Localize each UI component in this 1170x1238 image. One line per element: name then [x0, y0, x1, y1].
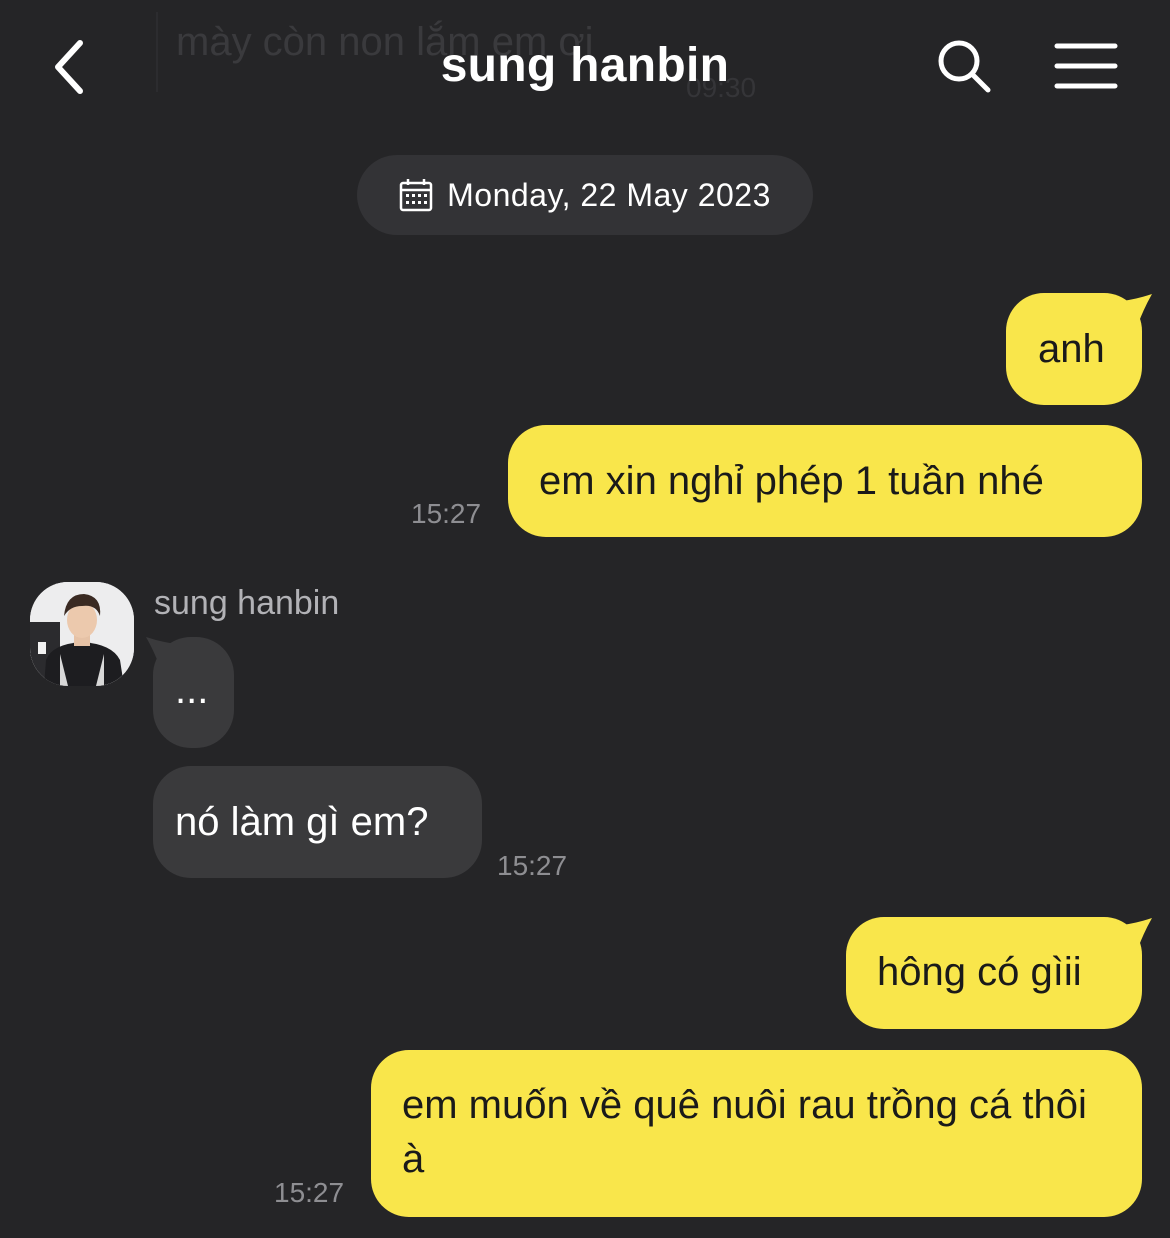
sender-name: sung hanbin [154, 584, 340, 622]
message-bubble-received[interactable]: nó làm gì em? [153, 766, 482, 878]
message-timestamp: 15:27 [274, 1177, 345, 1208]
message-bubble-sent[interactable]: em muốn về quê nuôi rau trồng cá thôi à [371, 1050, 1142, 1217]
calendar-icon [399, 179, 433, 212]
message-timestamp: 15:27 [411, 498, 482, 529]
search-icon [938, 40, 991, 93]
date-label: Monday, 22 May 2023 [447, 176, 771, 213]
back-button[interactable] [40, 36, 96, 98]
menu-button[interactable] [1050, 38, 1122, 94]
message-bubble-received[interactable]: ... [153, 637, 234, 748]
message-bubble-sent[interactable]: hông có gìii [846, 917, 1142, 1029]
message-timestamp: 15:27 [497, 850, 568, 881]
ghost-message-edge [156, 12, 158, 92]
chat-title: sung hanbin [440, 39, 730, 92]
chevron-left-icon [55, 40, 83, 94]
avatar-photo [30, 582, 134, 686]
date-divider: Monday, 22 May 2023 [357, 155, 813, 235]
avatar[interactable] [30, 582, 134, 686]
message-bubble-sent[interactable]: em xin nghỉ phép 1 tuần nhé [508, 425, 1142, 537]
hamburger-menu-icon [1054, 43, 1118, 89]
search-button[interactable] [930, 34, 998, 98]
message-bubble-sent[interactable]: anh [1006, 293, 1142, 405]
